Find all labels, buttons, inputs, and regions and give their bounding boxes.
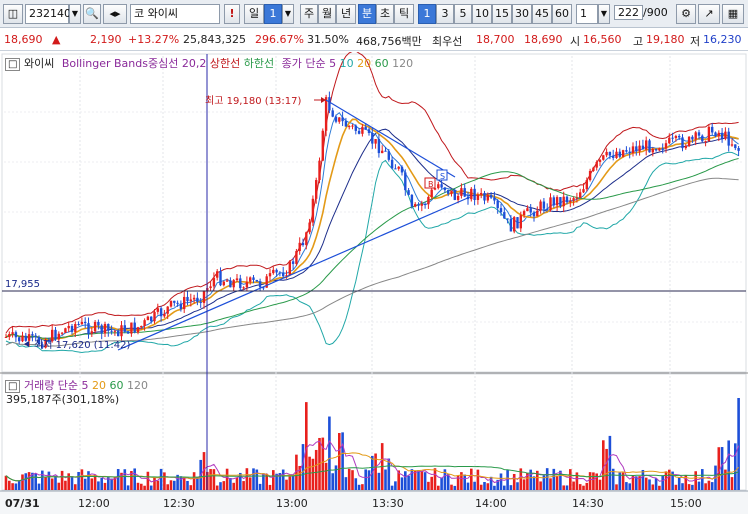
period-year-button[interactable]: 년 — [336, 4, 356, 24]
view-count[interactable]: 222/900 — [614, 4, 670, 24]
best-bid: 18,690 — [524, 33, 563, 46]
period-day-button[interactable]: 일 — [244, 4, 264, 24]
minute-15-button[interactable]: 15 — [492, 4, 512, 24]
minute-45-button[interactable]: 45 — [532, 4, 552, 24]
time-axis-label: 12:00 — [78, 497, 110, 510]
search-icon[interactable]: 🔍 — [83, 4, 101, 24]
interval-input[interactable]: 1 — [576, 4, 598, 24]
trade-amount: 468,756백만 — [356, 35, 422, 48]
best-ask: 18,700 — [476, 33, 515, 46]
volume: 25,843,325 — [183, 33, 246, 46]
price-legend[interactable]: □ 와이씨 Bollinger Bands중심선 20,2 상한선 하한선 종가… — [5, 55, 413, 71]
legend-bollinger[interactable]: Bollinger Bands중심선 20,2 — [62, 57, 207, 70]
minute-60-button[interactable]: 60 — [552, 4, 572, 24]
price-change: 2,190 — [90, 33, 122, 46]
turnover: 31.50% — [307, 33, 349, 46]
alert-button[interactable]: ! — [224, 4, 240, 24]
volume-ratio: 296.67% — [255, 33, 304, 46]
legend-toggle-icon[interactable]: □ — [5, 58, 21, 71]
legend-bb-lower[interactable]: 하한선 — [244, 57, 274, 70]
period-second-button[interactable]: 초 — [376, 4, 394, 24]
volume-legend-ma120[interactable]: 120 — [127, 379, 148, 392]
legend-ma[interactable]: 종가 단순 5 — [282, 57, 336, 70]
code-dropdown-icon[interactable]: ▼ — [69, 4, 81, 24]
legend-ma120[interactable]: 120 — [392, 57, 413, 70]
period-week-button[interactable]: 주 — [300, 4, 318, 24]
change-arrow-icon: ▲ — [52, 33, 61, 46]
time-axis-label: 13:00 — [276, 497, 308, 510]
high-price: 19,180 — [646, 33, 685, 46]
minute-5-button[interactable]: 5 — [454, 4, 472, 24]
period-dropdown-icon[interactable]: ▼ — [282, 4, 294, 24]
minute-10-button[interactable]: 10 — [472, 4, 492, 24]
period-tick-button[interactable]: 틱 — [394, 4, 414, 24]
legend-ma10[interactable]: 10 — [340, 57, 354, 70]
svg-text:S: S — [440, 172, 445, 181]
high-label: 고 — [633, 35, 644, 48]
time-axis-label: 13:30 — [372, 497, 404, 510]
current-price: 18,690 — [4, 33, 43, 46]
interval-dropdown-icon[interactable]: ▼ — [598, 4, 610, 24]
time-axis-label: 12:30 — [163, 497, 195, 510]
open-label: 시 — [570, 35, 581, 48]
time-axis-label: 14:30 — [572, 497, 604, 510]
layout-icon[interactable]: ◫ — [3, 4, 23, 24]
volume-value: 395,187주(301,18%) — [6, 393, 120, 406]
legend-bb-upper[interactable]: 상한선 — [210, 57, 240, 70]
time-axis-label: 15:00 — [670, 497, 702, 510]
chart-area[interactable]: B S 17,955 최고 19,180 (13:17) 최저 17,620 (… — [0, 50, 748, 514]
stock-name-field[interactable]: 코 와이씨 — [130, 4, 220, 24]
svg-text:B: B — [428, 180, 434, 189]
trend-tool-icon[interactable]: ↗ — [698, 4, 720, 24]
minute-30-button[interactable]: 30 — [512, 4, 532, 24]
crosshair-price-label: 17,955 — [5, 279, 40, 290]
minute-1-button[interactable]: 1 — [418, 4, 436, 24]
chart-settings-icon[interactable]: ⚙ — [676, 4, 696, 24]
quote-bar: 18,690 ▲ 2,190 +13.27% 25,843,325 296.67… — [0, 29, 748, 51]
minute-3-button[interactable]: 3 — [436, 4, 454, 24]
period-month-button[interactable]: 월 — [318, 4, 336, 24]
chart-canvas[interactable]: B S 17,955 최고 19,180 (13:17) 최저 17,620 (… — [0, 50, 748, 514]
toolbar: ◫ 232140 ▼ 🔍 ◂▸ 코 와이씨 ! 일 1 ▼ 주 월 년 분 초 … — [0, 0, 748, 28]
prev-next-icon[interactable]: ◂▸ — [103, 4, 127, 24]
legend-ma20[interactable]: 20 — [357, 57, 371, 70]
open-price: 16,560 — [583, 33, 622, 46]
legend-ma60[interactable]: 60 — [375, 57, 389, 70]
period-minute-button[interactable]: 분 — [358, 4, 376, 24]
change-percent: +13.27% — [128, 33, 180, 46]
period-count-input[interactable]: 1 — [264, 4, 282, 24]
low-marker-label: 최저 17,620 (11:42) — [34, 339, 130, 351]
high-marker-label: 최고 19,180 (13:17) — [205, 95, 301, 107]
low-label: 저 — [690, 35, 701, 48]
best-ask-label: 최우선 — [432, 35, 463, 48]
low-price: 16,230 — [703, 33, 742, 46]
stock-code-input[interactable]: 232140 — [25, 4, 71, 24]
legend-stock-name[interactable]: 와이씨 — [24, 57, 54, 70]
time-axis-label: 14:00 — [475, 497, 507, 510]
indicator-tool-icon[interactable]: ▦ — [722, 4, 744, 24]
time-axis-date: 07/31 — [5, 497, 40, 510]
